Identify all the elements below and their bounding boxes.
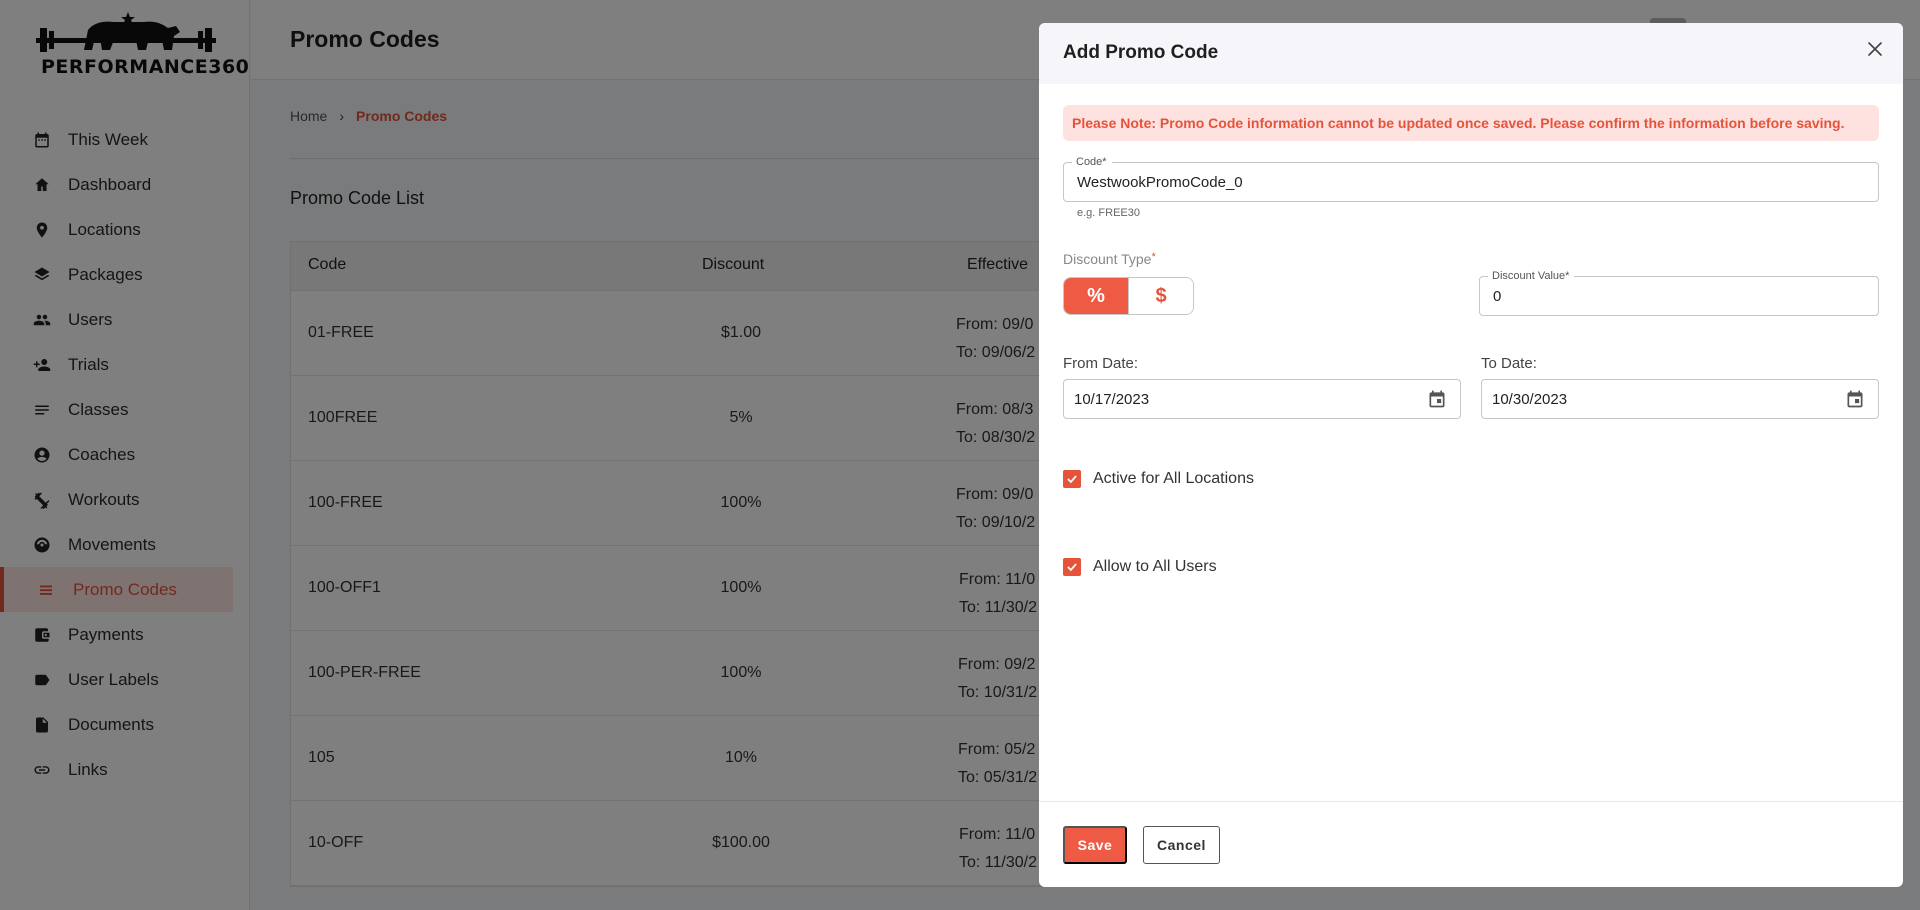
from-date-field[interactable]: 10/17/2023	[1063, 379, 1461, 419]
dialog-title: Add Promo Code	[1063, 42, 1219, 63]
allow-all-users-checkbox[interactable]	[1063, 558, 1081, 576]
discount-type-toggle: % $	[1063, 277, 1194, 315]
warning-alert: Please Note: Promo Code information cann…	[1063, 105, 1879, 141]
checkmark-icon	[1067, 475, 1077, 484]
code-field: Code*	[1063, 155, 1879, 202]
discount-value-field: Discount Value*	[1479, 269, 1879, 316]
code-input[interactable]	[1064, 163, 1878, 201]
required-mark: *	[1565, 270, 1570, 282]
discount-type-dollar-option[interactable]: $	[1128, 278, 1193, 314]
calendar-icon[interactable]	[1427, 389, 1447, 409]
to-date-value: 10/30/2023	[1492, 390, 1568, 408]
active-all-locations-checkbox[interactable]	[1063, 470, 1081, 488]
cancel-button[interactable]: Cancel	[1143, 826, 1220, 864]
discount-type-label: Discount Type*	[1063, 251, 1156, 267]
footer-divider	[1039, 801, 1903, 802]
close-button[interactable]	[1863, 37, 1887, 61]
code-label-text: Code	[1076, 156, 1103, 168]
checkmark-icon	[1067, 563, 1077, 572]
from-date-value: 10/17/2023	[1074, 390, 1150, 408]
dialog-header: Add Promo Code	[1039, 23, 1903, 84]
required-mark: *	[1151, 251, 1156, 263]
close-icon	[1868, 42, 1882, 56]
required-mark: *	[1102, 156, 1107, 168]
discount-type-percent-option[interactable]: %	[1064, 278, 1128, 314]
allow-all-users-checkbox-row[interactable]: Allow to All Users	[1063, 558, 1217, 576]
active-all-locations-checkbox-row[interactable]: Active for All Locations	[1063, 470, 1254, 488]
discount-type-label-text: Discount Type	[1063, 251, 1152, 267]
to-date-field[interactable]: 10/30/2023	[1481, 379, 1879, 419]
discount-value-field-label: Discount Value*	[1488, 269, 1575, 283]
from-date-label: From Date:	[1063, 355, 1139, 372]
to-date-label: To Date:	[1481, 355, 1537, 372]
discount-value-label-text: Discount Value	[1492, 270, 1566, 282]
calendar-icon[interactable]	[1845, 389, 1865, 409]
active-all-locations-label: Active for All Locations	[1093, 470, 1254, 487]
save-button[interactable]: Save	[1063, 826, 1127, 864]
add-promo-code-dialog: Add Promo Code Please Note: Promo Code i…	[1039, 23, 1903, 887]
code-helper-text: e.g. FREE30	[1077, 207, 1140, 219]
allow-all-users-label: Allow to All Users	[1093, 558, 1217, 575]
code-field-label: Code*	[1072, 155, 1112, 169]
